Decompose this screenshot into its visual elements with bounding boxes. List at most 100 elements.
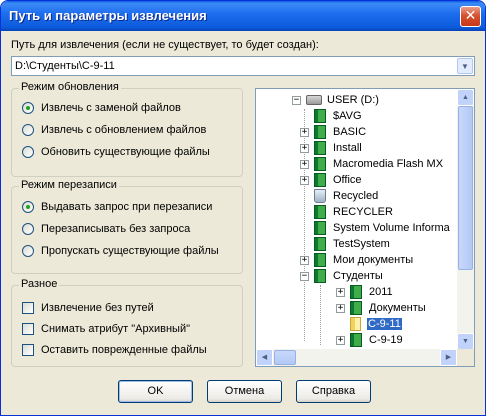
- checkbox-clear-archive-attribute[interactable]: Снимать атрибут "Архивный": [22, 321, 190, 337]
- folder-icon: [350, 333, 362, 347]
- radio-skip-existing[interactable]: Пропускать существующие файлы: [22, 243, 219, 259]
- tree-node-label: USER (D:): [327, 94, 379, 106]
- scroll-down-button[interactable]: ▼: [457, 333, 474, 350]
- tree-node-label: Office: [333, 174, 362, 186]
- folder-icon: [350, 285, 362, 299]
- tree-node-selected[interactable]: С-9-11: [350, 316, 402, 332]
- radio-button[interactable]: [22, 102, 34, 114]
- radio-button[interactable]: [22, 201, 34, 213]
- collapse-icon[interactable]: −: [292, 95, 301, 105]
- tree-node[interactable]: + Macromedia Flash MX: [300, 156, 444, 172]
- checkbox-keep-broken-files[interactable]: Оставить поврежденные файлы: [22, 342, 207, 358]
- tree-node[interactable]: + 2011: [336, 284, 394, 300]
- folder-icon: [314, 253, 326, 267]
- misc-group: Разное Извлечение без путей Снимать атри…: [11, 278, 243, 367]
- radio-extract-update[interactable]: Извлечь с обновлением файлов: [22, 122, 206, 138]
- checkbox-extract-without-paths[interactable]: Извлечение без путей: [22, 300, 154, 316]
- tree-node-label: System Volume Informa: [333, 222, 450, 234]
- help-button[interactable]: Справка: [296, 380, 371, 403]
- expand-icon[interactable]: +: [300, 127, 309, 137]
- expand-icon[interactable]: +: [336, 303, 345, 313]
- checkbox-label: Оставить поврежденные файлы: [41, 344, 207, 356]
- folder-icon: [314, 109, 326, 123]
- radio-label: Извлечь с обновлением файлов: [41, 124, 207, 136]
- folder-icon: [314, 205, 326, 219]
- scroll-right-button[interactable]: ▶: [440, 349, 457, 366]
- path-input[interactable]: D:\Студенты\С-9-11: [15, 60, 115, 72]
- tree-node[interactable]: + Install: [300, 140, 363, 156]
- expand-icon[interactable]: +: [300, 143, 309, 153]
- horizontal-scrollbar[interactable]: ◀ ▶: [256, 349, 457, 366]
- checkbox[interactable]: [22, 302, 34, 314]
- dropdown-arrow-icon[interactable]: ▼: [457, 58, 473, 74]
- vertical-scroll-thumb[interactable]: [458, 106, 473, 270]
- tree-node[interactable]: Recycled: [314, 188, 379, 204]
- tree-node[interactable]: − USER (D:): [292, 92, 380, 108]
- tree-node-label: Документы: [369, 302, 426, 314]
- radio-extract-replace[interactable]: Извлечь с заменой файлов: [22, 100, 181, 116]
- tree-node-label: Macromedia Flash MX: [333, 158, 444, 170]
- radio-label: Извлечь с заменой файлов: [41, 102, 181, 114]
- folder-icon: [350, 301, 362, 315]
- tree-node[interactable]: RECYCLER: [314, 204, 394, 220]
- tree-node-label: Recycled: [333, 190, 379, 202]
- radio-label: Обновить существующие файлы: [41, 146, 210, 158]
- radio-overwrite-without-prompt[interactable]: Перезаписывать без запроса: [22, 221, 190, 237]
- folder-icon: [314, 173, 326, 187]
- tree-node-label: С-9-11: [367, 318, 402, 330]
- tree-node[interactable]: + С-9-19: [336, 332, 404, 348]
- radio-button[interactable]: [22, 124, 34, 136]
- radio-label: Пропускать существующие файлы: [41, 245, 219, 257]
- folder-icon: [314, 269, 326, 283]
- radio-refresh-existing[interactable]: Обновить существующие файлы: [22, 144, 210, 160]
- collapse-icon[interactable]: −: [300, 271, 309, 281]
- tree-node[interactable]: − Студенты: [300, 268, 384, 284]
- path-combobox[interactable]: D:\Студенты\С-9-11 ▼: [11, 56, 475, 76]
- tree-node[interactable]: $AVG: [314, 108, 363, 124]
- tree-node-label: С-9-19: [369, 334, 403, 346]
- checkbox[interactable]: [22, 323, 34, 335]
- expand-icon[interactable]: +: [336, 335, 345, 345]
- close-icon: ✕: [464, 8, 477, 24]
- checkbox[interactable]: [22, 344, 34, 356]
- radio-button[interactable]: [22, 245, 34, 257]
- checkbox-label: Снимать атрибут "Архивный": [41, 323, 191, 335]
- title-bar[interactable]: Путь и параметры извлечения ✕: [1, 1, 485, 31]
- scrollbar-corner: [457, 349, 474, 366]
- tree-node-label: Install: [333, 142, 362, 154]
- cancel-button[interactable]: Отмена: [207, 380, 282, 403]
- folder-icon: [314, 141, 326, 155]
- radio-label: Выдавать запрос при перезаписи: [41, 201, 213, 213]
- overwrite-mode-legend: Режим перезаписи: [19, 179, 119, 191]
- folder-icon: [314, 125, 326, 139]
- expand-icon[interactable]: +: [336, 287, 345, 297]
- overwrite-mode-group: Режим перезаписи Выдавать запрос при пер…: [11, 179, 243, 274]
- radio-ask-before-overwrite[interactable]: Выдавать запрос при перезаписи: [22, 199, 212, 215]
- expand-icon[interactable]: +: [300, 255, 309, 265]
- close-button[interactable]: ✕: [460, 6, 481, 27]
- misc-legend: Разное: [19, 278, 60, 290]
- tree-node[interactable]: + Office: [300, 172, 363, 188]
- tree-node[interactable]: TestSystem: [314, 236, 391, 252]
- ok-button[interactable]: OK: [118, 380, 193, 403]
- tree-node[interactable]: + Документы: [336, 300, 427, 316]
- expand-icon[interactable]: +: [300, 159, 309, 169]
- horizontal-scroll-thumb[interactable]: [274, 350, 296, 365]
- radio-button[interactable]: [22, 223, 34, 235]
- expand-icon[interactable]: +: [300, 175, 309, 185]
- folder-icon: [314, 157, 326, 171]
- scroll-up-button[interactable]: ▲: [457, 89, 474, 106]
- tree-node[interactable]: + Мои документы: [300, 252, 414, 268]
- scroll-left-button[interactable]: ◀: [256, 349, 273, 366]
- folder-icon: [314, 237, 326, 251]
- radio-button[interactable]: [22, 146, 34, 158]
- recycle-bin-icon: [314, 189, 326, 203]
- update-mode-group: Режим обновления Извлечь с заменой файло…: [11, 81, 243, 177]
- window-title: Путь и параметры извлечения: [9, 8, 207, 23]
- tree-node-label: $AVG: [333, 110, 362, 122]
- vertical-scrollbar[interactable]: ▲ ▼: [457, 89, 474, 350]
- folder-tree[interactable]: − USER (D:) $AVG + BASIC + Install + Mac…: [255, 88, 475, 367]
- tree-node[interactable]: System Volume Informa: [314, 220, 451, 236]
- tree-line: [320, 285, 321, 345]
- tree-node[interactable]: + BASIC: [300, 124, 367, 140]
